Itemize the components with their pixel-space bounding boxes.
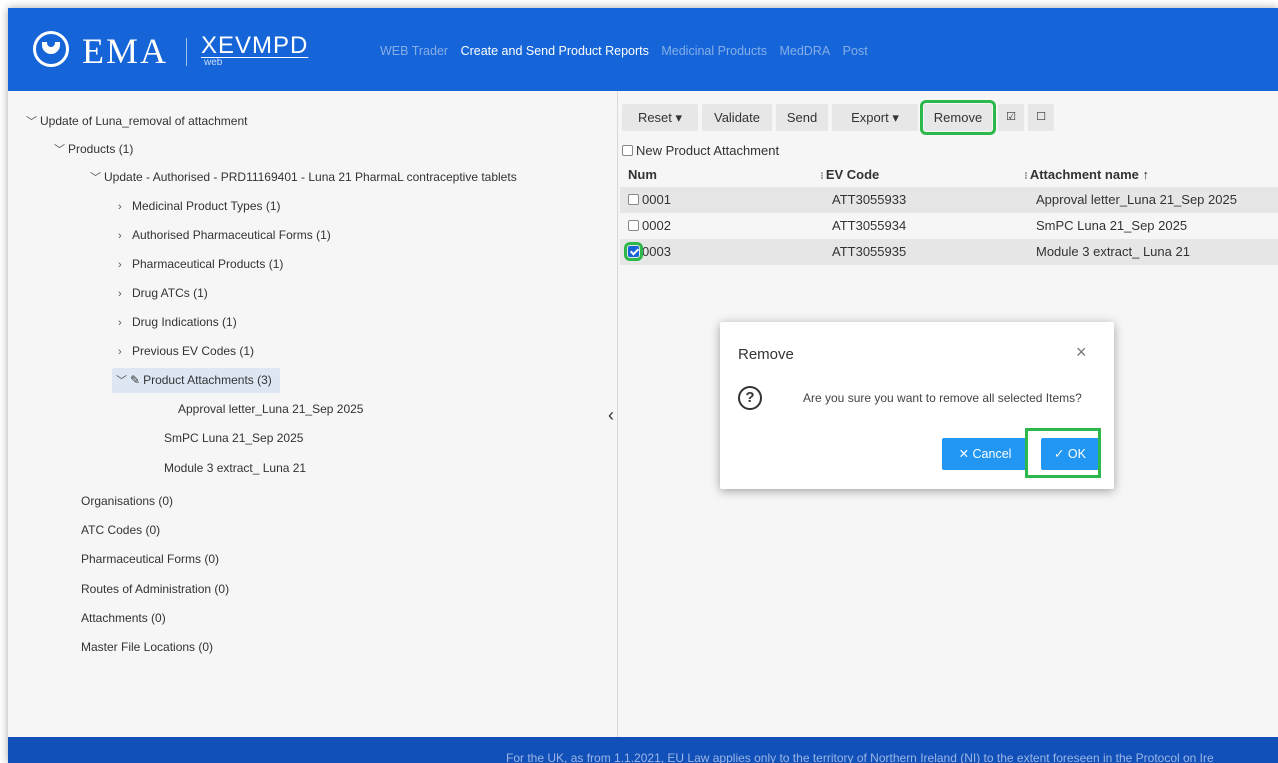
row-num[interactable]: 0003: [624, 239, 671, 265]
collapse-panel-icon[interactable]: ‹: [608, 405, 614, 426]
remove-button[interactable]: Remove: [920, 100, 996, 135]
tree-item-medicinal-product-types[interactable]: › Medicinal Product Types (1): [118, 198, 281, 215]
checkbox-icon[interactable]: [628, 220, 639, 231]
row-attachment-name: SmPC Luna 21_Sep 2025: [1036, 218, 1188, 233]
tree-section-atc-codes[interactable]: ATC Codes (0): [81, 522, 160, 538]
app-subname: web: [204, 57, 223, 68]
nav-meddra[interactable]: MedDRA: [779, 44, 830, 58]
tree-products[interactable]: ﹀ Products (1): [54, 141, 133, 158]
row-ev-code: ATT3055933: [832, 192, 907, 207]
new-attachment-option[interactable]: New Product Attachment: [622, 143, 779, 158]
tree-panel: ﹀ Update of Luna_removal of attachment ﹀ P…: [8, 91, 618, 737]
chevron-right-icon[interactable]: ›: [118, 257, 132, 273]
col-header-attachment-name[interactable]: ⁝ Attachment name ↑: [1024, 162, 1149, 190]
tree-attachment-approval-letter[interactable]: Approval letter_Luna 21_Sep 2025: [178, 401, 363, 417]
checkbox-icon[interactable]: [622, 145, 633, 156]
chevron-down-icon[interactable]: ﹀: [26, 114, 40, 130]
checkbox-icon[interactable]: [628, 194, 639, 205]
tree-root[interactable]: ﹀ Update of Luna_removal of attachment: [26, 113, 247, 130]
chevron-right-icon[interactable]: ›: [118, 315, 132, 331]
nav-web-trader[interactable]: WEB Trader: [380, 44, 448, 58]
table-header-row: Num ⁝ EV Code ⁝ Attachment name ↑: [620, 162, 1278, 188]
footer: For the UK, as from 1.1.2021, EU Law app…: [8, 737, 1278, 763]
chevron-right-icon[interactable]: ›: [118, 286, 132, 302]
close-icon[interactable]: ×: [1076, 342, 1087, 363]
logo-text: EMA: [82, 31, 168, 71]
row-ev-code: ATT3055934: [832, 218, 907, 233]
header-divider: [186, 38, 187, 66]
tree-item-previous-ev-codes[interactable]: › Previous EV Codes (1): [118, 343, 254, 360]
main-nav: WEB Trader Create and Send Product Repor…: [380, 44, 877, 58]
table-row[interactable]: 0003 ATT3055935 Module 3 extract_ Luna 2…: [620, 239, 1278, 265]
app-header: EMA XEVMPD web WEB Trader Create and Sen…: [8, 8, 1278, 91]
nav-post[interactable]: Post: [843, 44, 868, 58]
tree-item-product-attachments[interactable]: ﹀ ✎ Product Attachments (3): [112, 368, 280, 393]
tree-section-pharmaceutical-forms[interactable]: Pharmaceutical Forms (0): [81, 551, 219, 567]
tree-attachment-smpc[interactable]: SmPC Luna 21_Sep 2025: [164, 430, 303, 446]
row-attachment-name: Approval letter_Luna 21_Sep 2025: [1036, 192, 1237, 207]
export-button[interactable]: Export ▾: [832, 104, 918, 131]
cancel-button[interactable]: ✕ Cancel: [942, 438, 1028, 470]
tree-item-pharmaceutical-products[interactable]: › Pharmaceutical Products (1): [118, 256, 283, 273]
row-attachment-name: Module 3 extract_ Luna 21: [1036, 244, 1190, 259]
tree-section-attachments[interactable]: Attachments (0): [81, 610, 166, 626]
select-all-icon[interactable]: ☑: [998, 104, 1024, 131]
caret-down-icon: ▾: [675, 110, 683, 125]
chevron-down-icon[interactable]: ﹀: [116, 373, 130, 389]
tree-product-update[interactable]: ﹀ Update - Authorised - PRD11169401 - Lun…: [90, 169, 517, 186]
ok-highlight-frame: [1025, 428, 1101, 478]
chevron-down-icon[interactable]: ﹀: [90, 170, 104, 186]
row-num[interactable]: 0001: [628, 187, 671, 213]
checkbox-checked-icon[interactable]: [624, 242, 643, 261]
tree-section-master-file-locations[interactable]: Master File Locations (0): [81, 639, 213, 655]
tree-section-organisations[interactable]: Organisations (0): [81, 493, 173, 509]
chevron-right-icon[interactable]: ›: [118, 228, 132, 244]
tree-item-drug-atcs[interactable]: › Drug ATCs (1): [118, 285, 208, 302]
app-window: EMA XEVMPD web WEB Trader Create and Sen…: [8, 8, 1278, 763]
tree-item-drug-indications[interactable]: › Drug Indications (1): [118, 314, 237, 331]
reset-button[interactable]: Reset ▾: [622, 104, 698, 131]
tree-attachment-module3[interactable]: Module 3 extract_ Luna 21: [164, 460, 306, 476]
pencil-icon: ✎: [130, 373, 141, 387]
ema-logo-icon: [33, 31, 69, 67]
validate-button[interactable]: Validate: [702, 104, 772, 131]
col-header-ev-code[interactable]: ⁝ EV Code: [820, 162, 879, 190]
caret-down-icon: ▾: [892, 110, 899, 125]
send-button[interactable]: Send: [776, 104, 828, 131]
table-row[interactable]: 0002 ATT3055934 SmPC Luna 21_Sep 2025: [620, 213, 1278, 239]
deselect-all-icon[interactable]: ☐: [1028, 104, 1054, 131]
chevron-right-icon[interactable]: ›: [118, 199, 132, 215]
tree-item-authorised-forms[interactable]: › Authorised Pharmaceutical Forms (1): [118, 227, 331, 244]
app-name[interactable]: XEVMPD: [201, 32, 308, 60]
chevron-right-icon[interactable]: ›: [118, 344, 132, 360]
chevron-down-icon[interactable]: ﹀: [54, 142, 68, 158]
table-row[interactable]: 0001 ATT3055933 Approval letter_Luna 21_…: [620, 187, 1278, 213]
nav-medicinal-products[interactable]: Medicinal Products: [661, 44, 767, 58]
nav-create-send-reports[interactable]: Create and Send Product Reports: [461, 44, 649, 58]
question-icon: ?: [738, 386, 762, 410]
dialog-message: Are you sure you want to remove all sele…: [803, 391, 1082, 405]
col-header-num[interactable]: Num: [628, 162, 657, 188]
row-ev-code: ATT3055935: [832, 244, 907, 259]
row-num[interactable]: 0002: [628, 213, 671, 239]
tree-section-routes[interactable]: Routes of Administration (0): [81, 581, 229, 597]
dialog-title: Remove: [738, 346, 794, 363]
footer-notice: For the UK, as from 1.1.2021, EU Law app…: [506, 751, 1214, 763]
